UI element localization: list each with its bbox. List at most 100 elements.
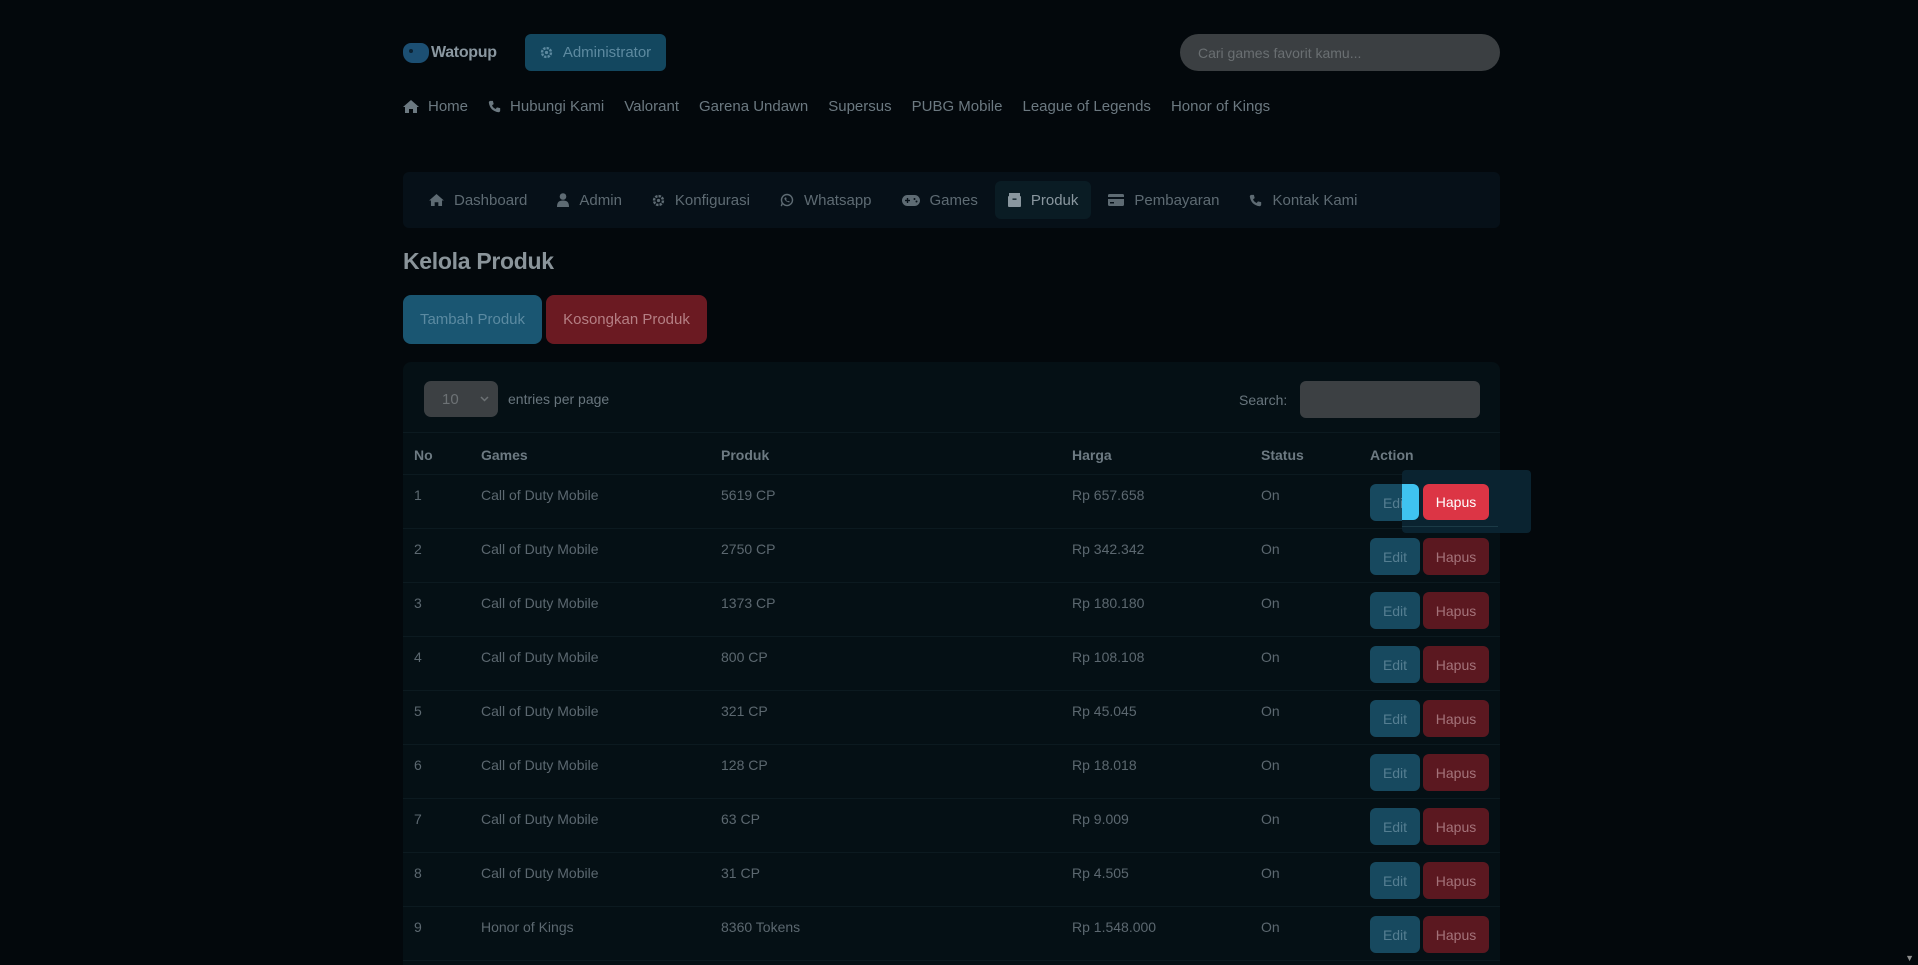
edit-button-highlight[interactable] <box>1402 484 1419 520</box>
nav-pubg-mobile[interactable]: PUBG Mobile <box>912 98 1003 115</box>
nav-pubg-mobile-label: PUBG Mobile <box>911 98 1003 115</box>
column-header-no[interactable]: No <box>414 447 433 463</box>
cell-no: 3 <box>414 595 422 611</box>
column-header-action: Action <box>1370 447 1414 463</box>
tab-games[interactable]: Games <box>889 181 991 219</box>
edit-button[interactable]: Edit <box>1370 646 1420 683</box>
cell-no: 6 <box>414 757 422 773</box>
tab-dashboard-label: Dashboard <box>454 191 528 209</box>
table-header: No Games Produk Harga Status Action <box>403 432 1500 475</box>
cell-status: On <box>1261 487 1280 503</box>
edit-button[interactable]: Edit <box>1370 538 1420 575</box>
cell-harga: Rp 342.342 <box>1072 541 1145 557</box>
delete-button[interactable]: Hapus <box>1423 754 1489 791</box>
entries-value: 10 <box>442 390 459 408</box>
cell-status: On <box>1261 541 1280 557</box>
whatsapp-icon <box>780 193 794 207</box>
home-icon <box>403 100 419 113</box>
cell-harga: Rp 657.658 <box>1072 487 1145 503</box>
cell-status: On <box>1261 649 1280 665</box>
cell-harga: Rp 45.045 <box>1072 703 1137 719</box>
nav-home[interactable]: Home <box>403 98 468 115</box>
edit-button[interactable]: Edit <box>1370 808 1420 845</box>
user-icon <box>557 193 570 207</box>
nav-garena-undawn[interactable]: Garena Undawn <box>699 98 808 115</box>
cell-harga: Rp 108.108 <box>1072 649 1145 665</box>
delete-button[interactable]: Hapus <box>1423 592 1489 629</box>
tab-dashboard[interactable]: Dashboard <box>416 181 540 219</box>
table-row: 3 Call of Duty Mobile 1373 CP Rp 180.180 On E… <box>403 583 1500 637</box>
nav-valorant-label: Valorant <box>624 98 679 115</box>
cell-no: 5 <box>414 703 422 719</box>
cell-produk: 800 CP <box>721 649 768 665</box>
tab-admin[interactable]: Admin <box>544 181 635 219</box>
add-product-button[interactable]: Tambah Produk <box>403 295 542 344</box>
delete-button[interactable]: Hapus <box>1423 862 1489 899</box>
column-header-status[interactable]: Status <box>1261 447 1304 463</box>
delete-button[interactable]: Hapus <box>1423 538 1489 575</box>
phone-icon <box>1249 194 1262 207</box>
table-row: 6 Call of Duty Mobile 128 CP Rp 18.018 On Edi… <box>403 745 1500 799</box>
products-table-card: 10 entries per page Search: No Games Pro… <box>403 362 1500 965</box>
brand-name: Watopup <box>431 44 497 61</box>
edit-button[interactable]: Edit <box>1370 916 1420 953</box>
edit-button[interactable]: Edit <box>1370 862 1420 899</box>
column-header-games[interactable]: Games <box>481 447 528 463</box>
scroll-down-icon[interactable]: ▼ <box>1905 953 1914 963</box>
cell-status: On <box>1261 865 1280 881</box>
gamepad-icon <box>403 43 429 63</box>
tab-kontak-kami[interactable]: Kontak Kami <box>1236 181 1370 219</box>
tab-whatsapp[interactable]: Whatsapp <box>767 181 885 219</box>
cell-produk: 1373 CP <box>721 595 776 611</box>
cell-no: 1 <box>414 487 422 503</box>
tab-produk-label: Produk <box>1030 191 1079 209</box>
edit-button[interactable]: Edit <box>1370 754 1420 791</box>
table-row: 9 Honor of Kings 8360 Tokens Rp 1.548.000 On… <box>403 907 1500 961</box>
table-search-input[interactable] <box>1300 381 1480 418</box>
gear-icon <box>540 46 553 59</box>
tab-games-label: Games <box>929 191 978 209</box>
chevron-down-icon <box>480 396 489 402</box>
delete-button-highlighted[interactable]: Hapus <box>1423 484 1489 520</box>
delete-button[interactable]: Hapus <box>1423 916 1489 953</box>
nav-honor-of-kings[interactable]: Honor of Kings <box>1171 98 1270 115</box>
nav-supersus[interactable]: Supersus <box>828 98 891 115</box>
nav-hubungi-kami[interactable]: Hubungi Kami <box>488 98 604 115</box>
delete-button[interactable]: Hapus <box>1423 808 1489 845</box>
table-row: 7 Call of Duty Mobile 63 CP Rp 9.009 On Edit H… <box>403 799 1500 853</box>
nav-home-label: Home <box>428 98 469 115</box>
edit-button[interactable]: Edit <box>1370 592 1420 629</box>
cell-produk: 321 CP <box>721 703 768 719</box>
box-icon <box>1007 193 1021 207</box>
tab-admin-label: Admin <box>579 191 622 209</box>
delete-button[interactable]: Hapus <box>1423 700 1489 737</box>
delete-button[interactable]: Hapus <box>1423 646 1489 683</box>
tab-produk[interactable]: Produk <box>994 181 1092 219</box>
page-title: Kelola Produk <box>403 248 554 274</box>
cell-no: 9 <box>414 919 422 935</box>
column-header-harga[interactable]: Harga <box>1072 447 1112 463</box>
cell-game: Call of Duty Mobile <box>481 595 599 611</box>
table-row: 4 Call of Duty Mobile 800 CP Rp 108.108 On Ed… <box>403 637 1500 691</box>
column-header-produk[interactable]: Produk <box>721 447 769 463</box>
entries-per-page-select[interactable]: 10 <box>424 381 498 417</box>
cell-produk: 63 CP <box>721 811 760 827</box>
nav-valorant[interactable]: Valorant <box>624 98 679 115</box>
nav-league-of-legends[interactable]: League of Legends <box>1022 98 1150 115</box>
top-header: Watopup Administrator <box>403 34 1500 71</box>
home-icon <box>429 194 444 206</box>
administrator-button[interactable]: Administrator <box>525 34 666 71</box>
cell-harga: Rp 180.180 <box>1072 595 1145 611</box>
search-games-input[interactable] <box>1180 34 1500 71</box>
tab-pembayaran[interactable]: Pembayaran <box>1095 181 1232 219</box>
main-nav: Home Hubungi Kami Valorant Garena Undawn… <box>403 98 1270 115</box>
empty-products-button[interactable]: Kosongkan Produk <box>546 295 707 344</box>
cell-harga: Rp 1.548.000 <box>1072 919 1157 935</box>
site-logo[interactable]: Watopup <box>403 36 497 70</box>
edit-button[interactable]: Edit <box>1370 700 1420 737</box>
table-row: 1 Call of Duty Mobile 5619 CP Rp 657.658 On E… <box>403 475 1500 529</box>
cell-status: On <box>1261 919 1280 935</box>
table-search-label: Search: <box>1239 392 1288 408</box>
tab-konfigurasi[interactable]: Konfigurasi <box>639 181 763 219</box>
cell-game: Call of Duty Mobile <box>481 865 599 881</box>
